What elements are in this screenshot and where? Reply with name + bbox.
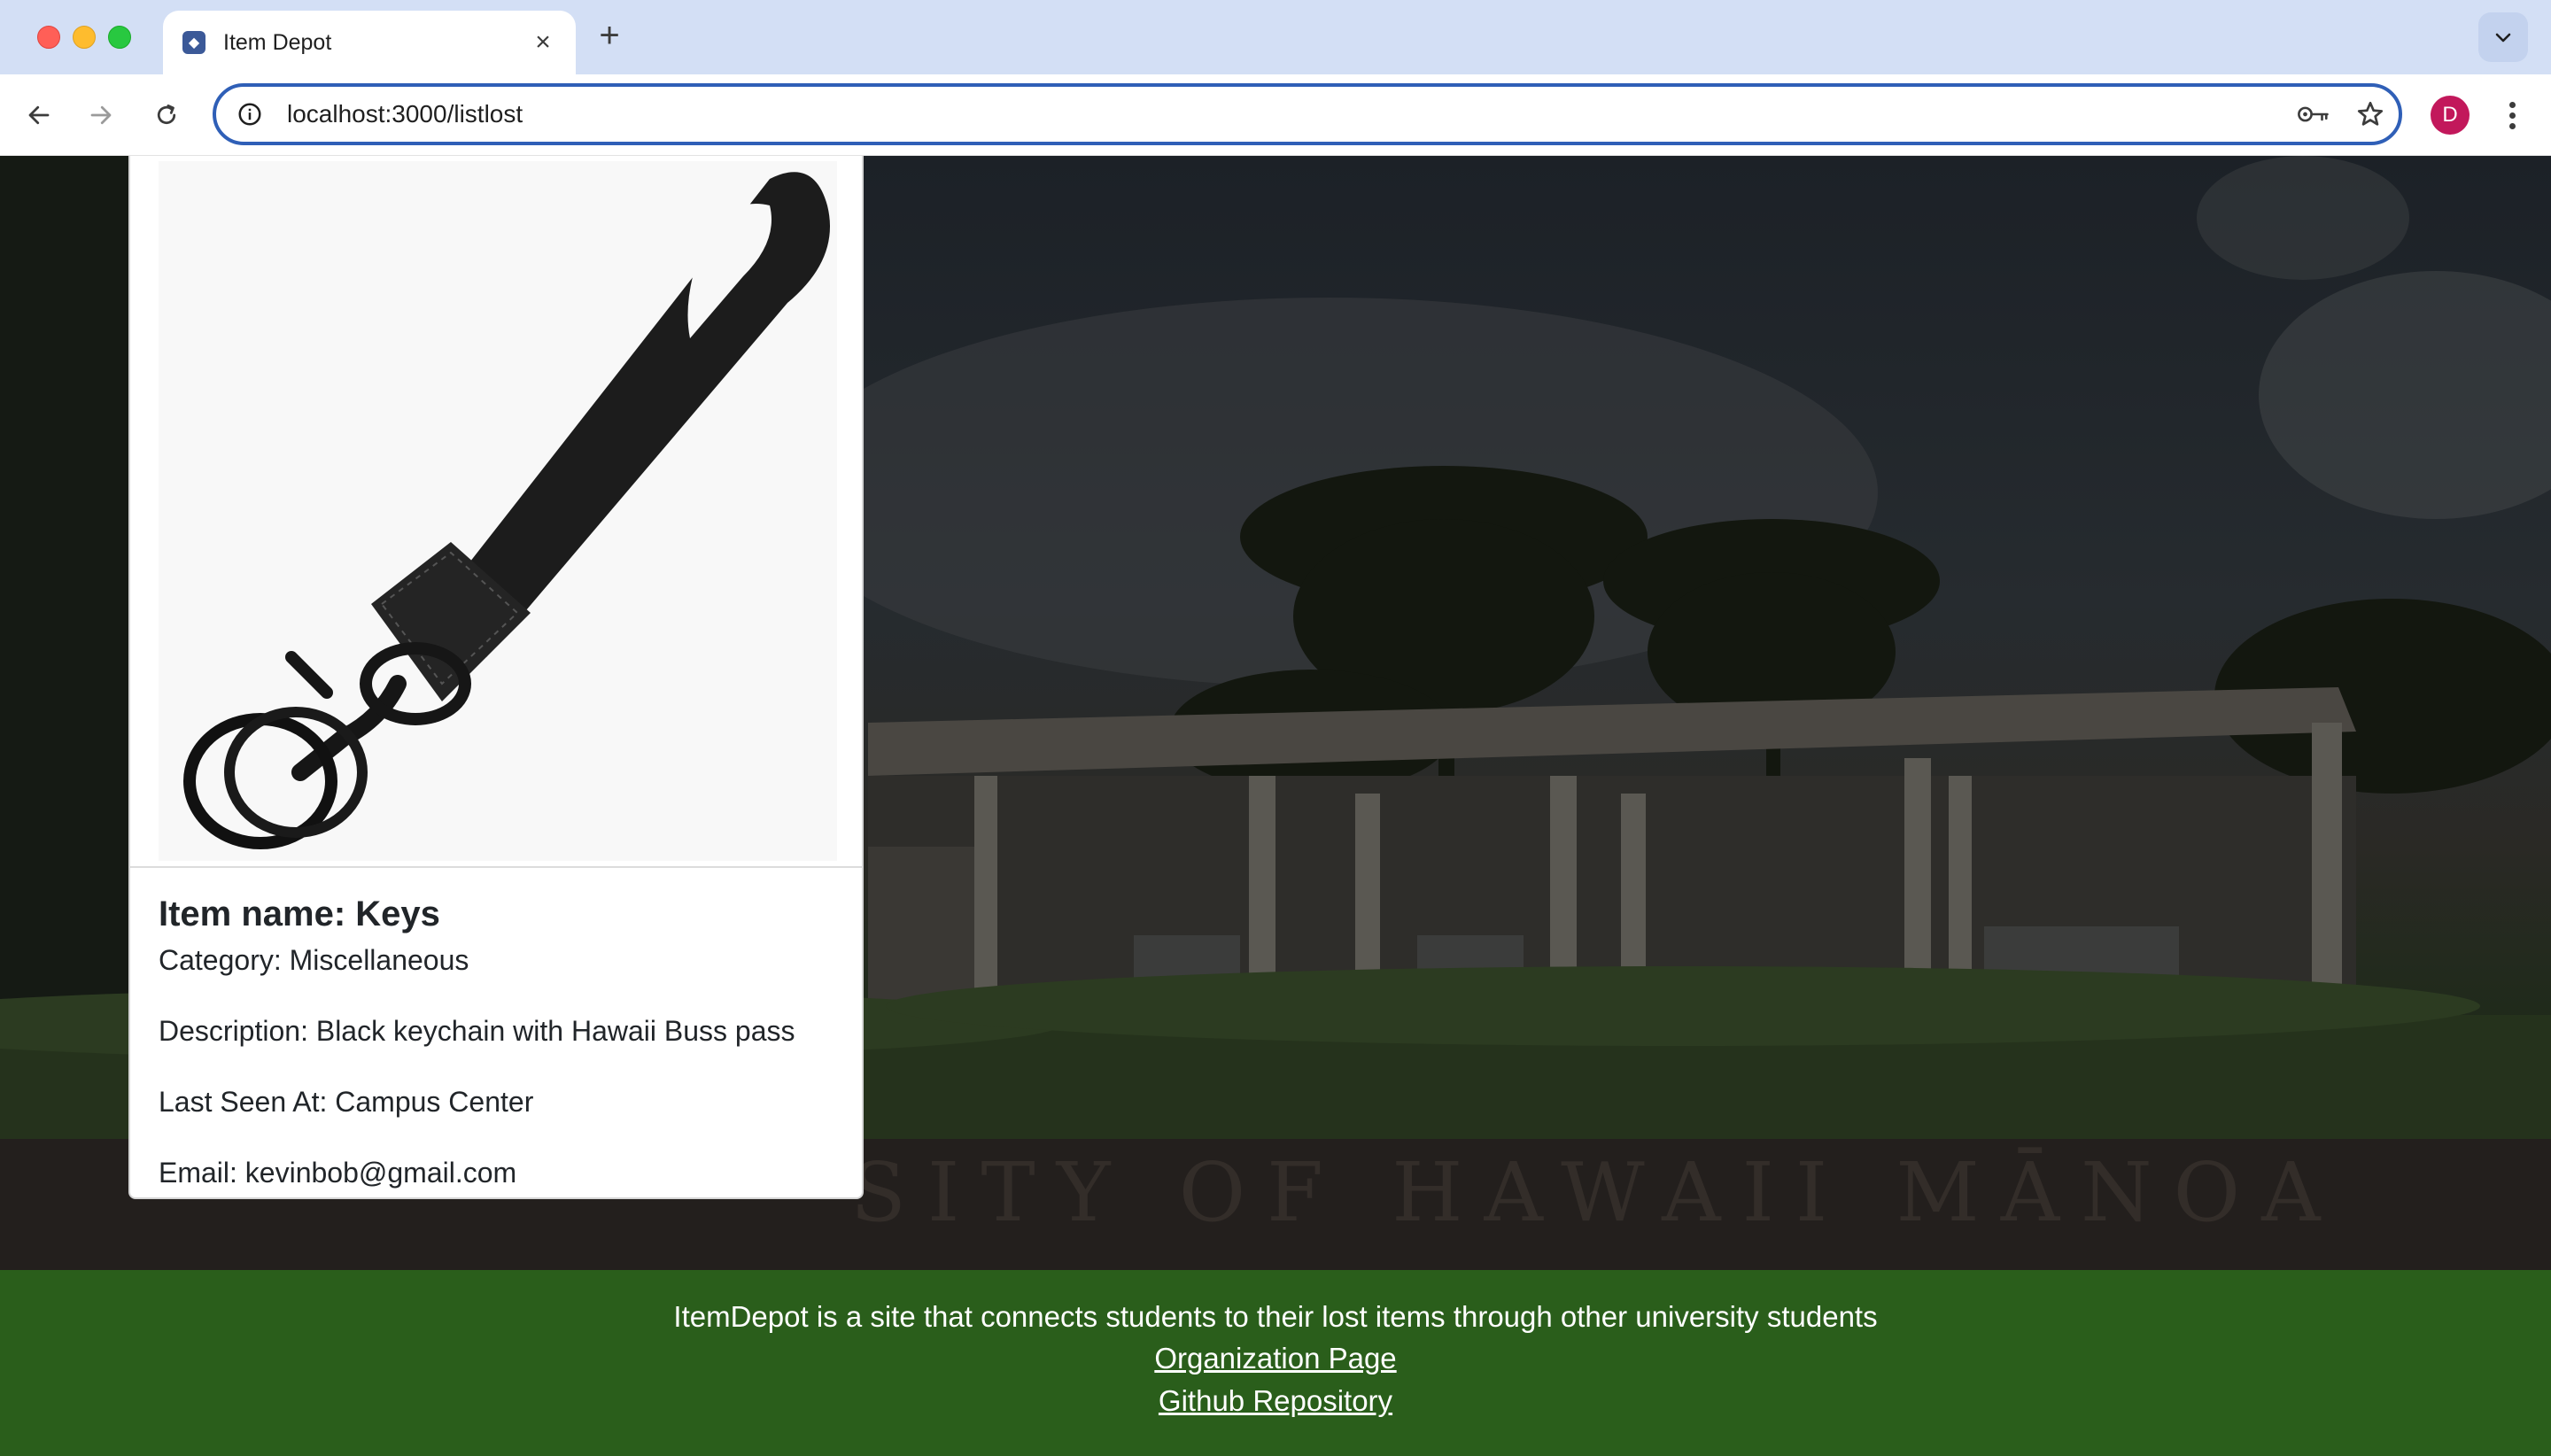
- reload-button[interactable]: [145, 94, 188, 136]
- new-tab-button[interactable]: +: [592, 18, 627, 53]
- password-key-button[interactable]: [2285, 93, 2342, 136]
- footer-description: ItemDepot is a site that connects studen…: [673, 1300, 1878, 1333]
- reload-icon: [157, 105, 176, 125]
- organization-page-link[interactable]: Organization Page: [0, 1337, 2551, 1380]
- site-info-icon[interactable]: [229, 93, 271, 136]
- github-repository-link[interactable]: Github Repository: [0, 1380, 2551, 1422]
- browser-menu-button[interactable]: [2498, 94, 2526, 136]
- card-body: Item name: Keys Category: Miscellaneous …: [159, 889, 841, 1190]
- minimize-window-button[interactable]: [73, 26, 96, 49]
- info-icon: [238, 103, 261, 126]
- item-last-seen: Last Seen At: Campus Center: [159, 1086, 534, 1118]
- arrow-right-icon: [90, 105, 112, 125]
- site-favicon-icon: ◆: [182, 31, 205, 54]
- item-image: [159, 161, 837, 861]
- url-text[interactable]: localhost:3000/listlost: [287, 100, 2285, 128]
- item-description: Description: Black keychain with Hawaii …: [159, 1015, 795, 1047]
- tab-search-button[interactable]: [2478, 12, 2528, 62]
- tab-close-icon[interactable]: ×: [530, 29, 556, 56]
- address-bar[interactable]: localhost:3000/listlost: [213, 83, 2402, 145]
- back-button[interactable]: [18, 94, 60, 136]
- profile-avatar[interactable]: D: [2431, 96, 2470, 135]
- forward-button[interactable]: [80, 94, 122, 136]
- item-category: Category: Miscellaneous: [159, 944, 469, 976]
- site-footer: ItemDepot is a site that connects studen…: [0, 1270, 2551, 1456]
- browser-tab[interactable]: ◆ Item Depot ×: [163, 11, 576, 74]
- bookmark-button[interactable]: [2342, 93, 2399, 136]
- item-email: Email: kevinbob@gmail.com: [159, 1157, 517, 1189]
- item-name: Item name: Keys: [159, 895, 440, 933]
- browser-tab-strip: ◆ Item Depot × +: [0, 0, 2551, 74]
- menu-dot-icon: [2508, 122, 2516, 129]
- chevron-down-icon: [2495, 33, 2511, 43]
- lost-item-card: Item name: Keys Category: Miscellaneous …: [128, 156, 864, 1199]
- maximize-window-button[interactable]: [108, 26, 131, 49]
- campus-sign-text: SITY OF HAWAII MĀNOA: [850, 1145, 2342, 1240]
- tab-title: Item Depot: [223, 29, 332, 55]
- arrow-left-icon: [28, 105, 50, 125]
- card-divider: [130, 866, 862, 868]
- key-icon: [2298, 106, 2329, 122]
- keychain-icon: [159, 161, 837, 861]
- browser-toolbar: localhost:3000/listlost D: [0, 74, 2551, 156]
- menu-dot-icon: [2508, 112, 2516, 119]
- star-icon: [2357, 101, 2384, 126]
- close-window-button[interactable]: [37, 26, 60, 49]
- menu-dot-icon: [2508, 101, 2516, 108]
- page-viewport: SITY OF HAWAII MĀNOA Item name: Keys Cat…: [0, 156, 2551, 1456]
